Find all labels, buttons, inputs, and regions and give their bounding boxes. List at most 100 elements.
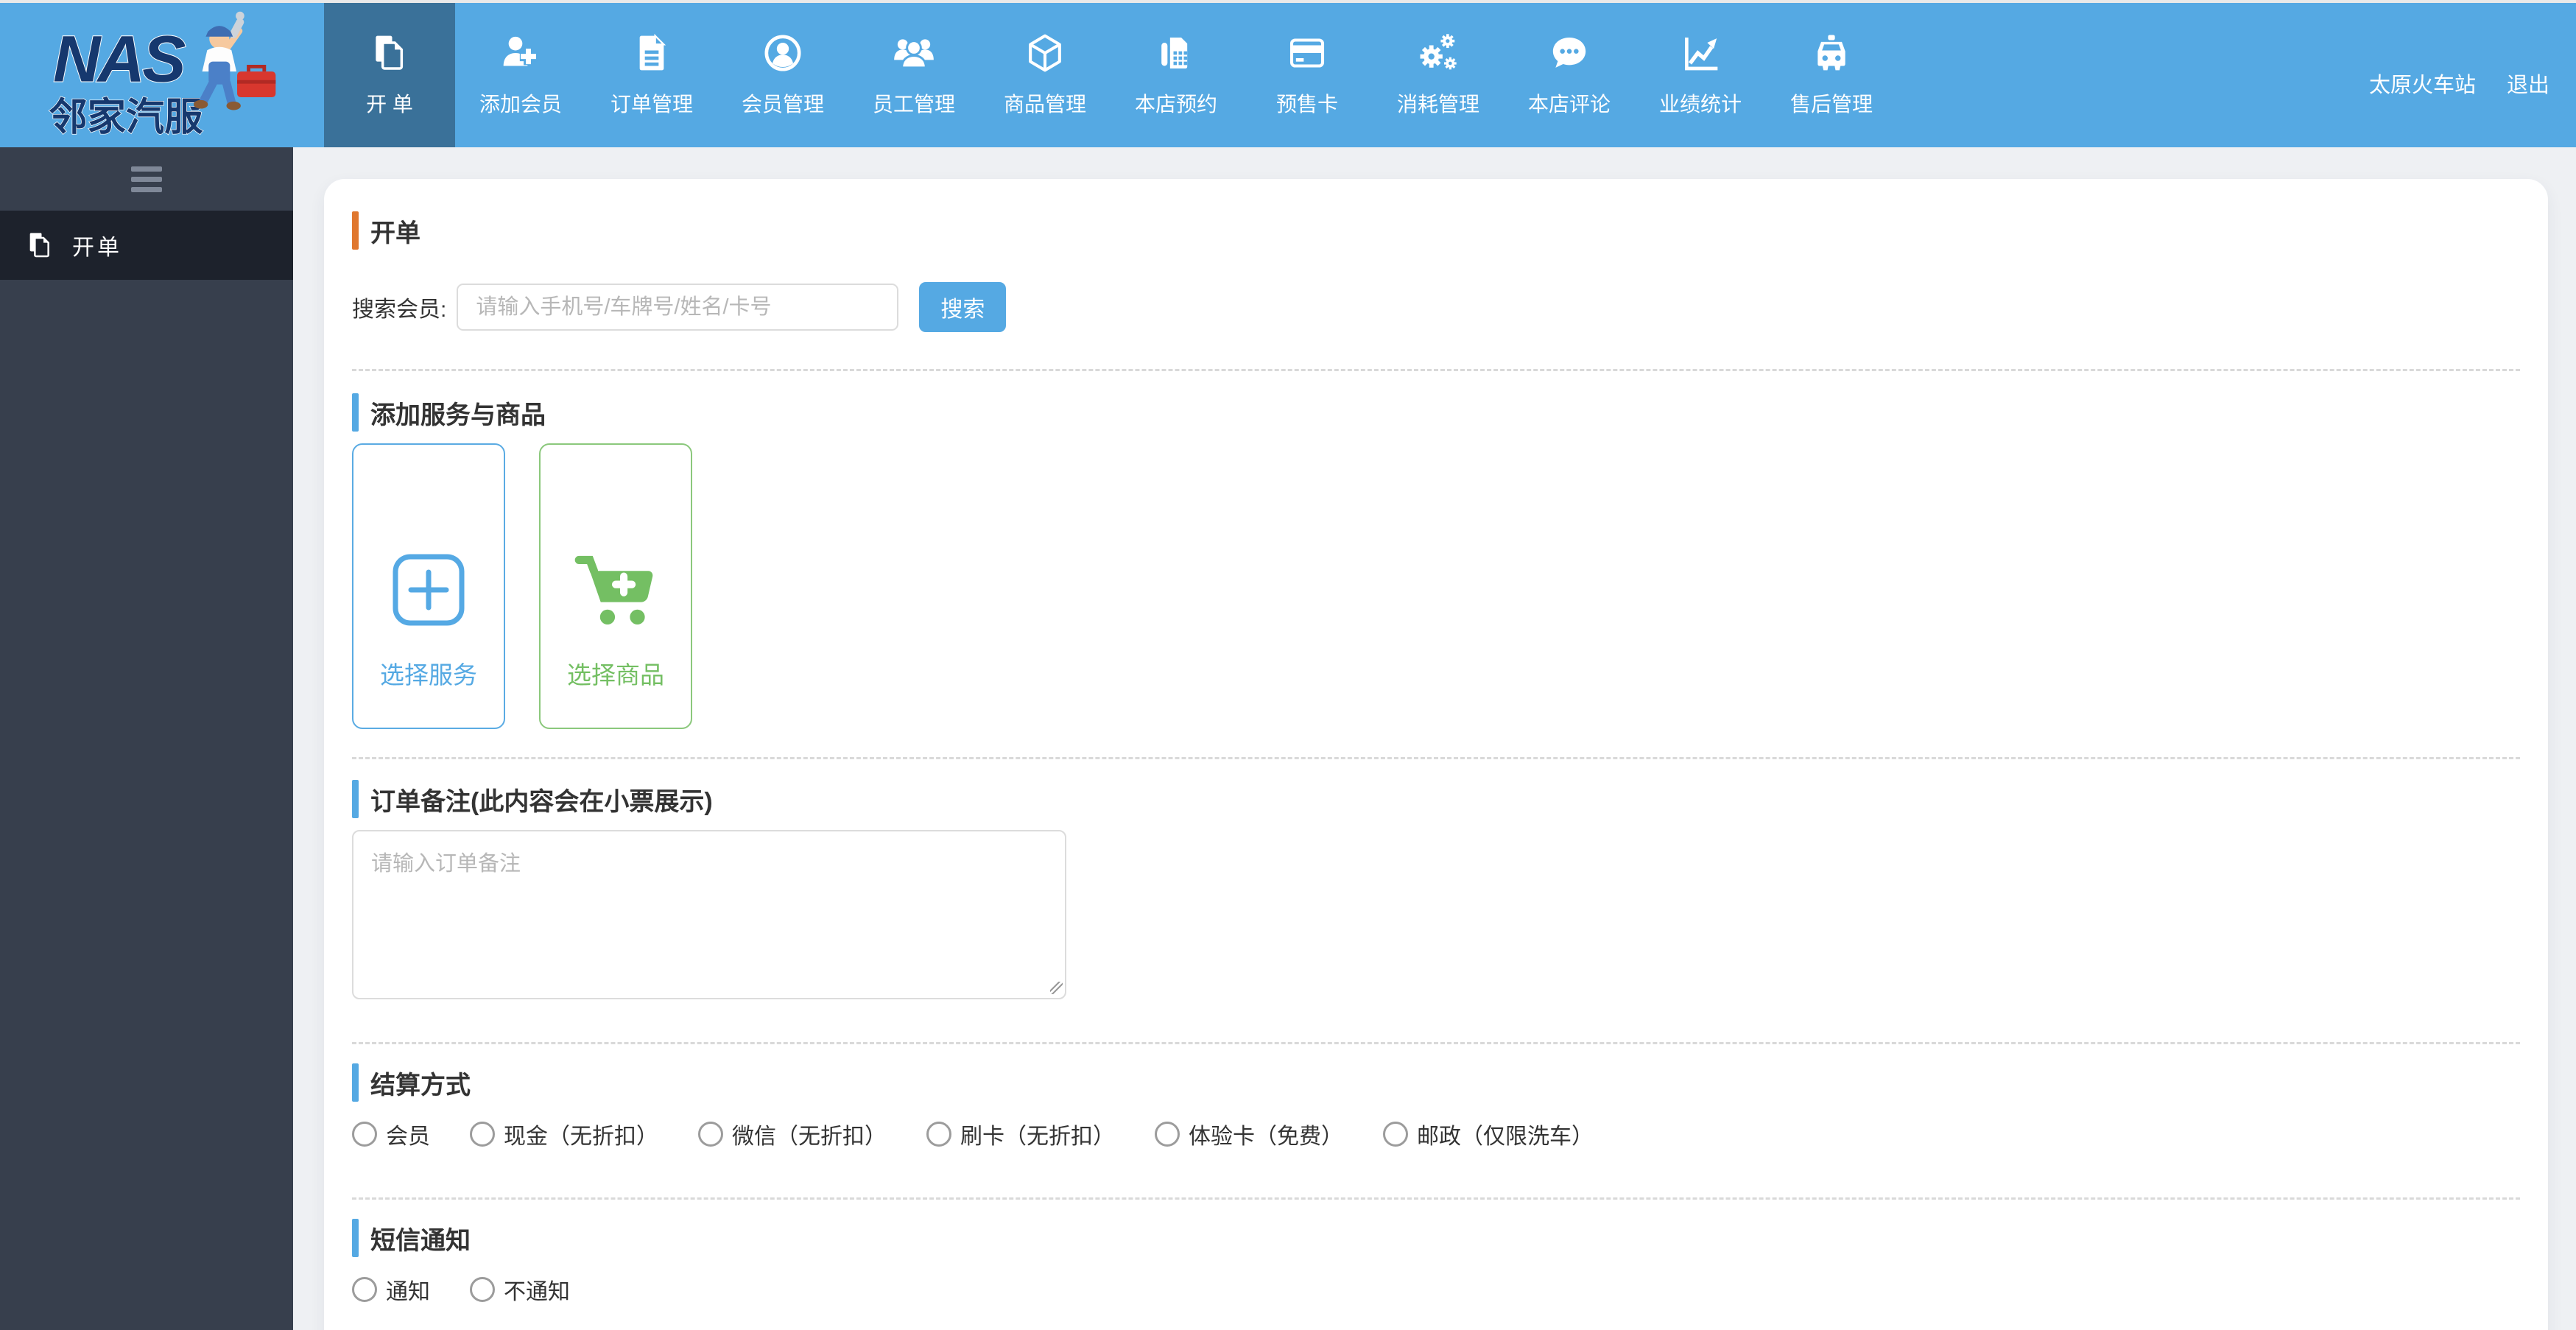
topbar-right: 太原火车站 退出 xyxy=(2369,68,2549,99)
accent-bar xyxy=(352,1063,359,1102)
nav-item-label: 业绩统计 xyxy=(1658,93,1742,116)
logout-button[interactable]: 退出 xyxy=(2507,68,2549,99)
radio-icon xyxy=(352,1122,377,1147)
select-product-label: 选择商品 xyxy=(567,661,664,689)
topbar: NAS 邻家汽服 开 单 添加会员 订单管理 会员管理 员工管理 商品管理 本店… xyxy=(0,3,2576,147)
radio-icon xyxy=(1155,1122,1180,1147)
plus-square-icon xyxy=(392,549,465,630)
section-divider xyxy=(352,1042,2520,1044)
order-document-icon xyxy=(631,32,672,74)
nav-item-product-mgmt[interactable]: 商品管理 xyxy=(979,3,1111,147)
radio-icon xyxy=(470,1122,495,1147)
payment-option-member[interactable]: 会员 xyxy=(352,1118,430,1150)
select-service-card[interactable]: 选择服务 xyxy=(352,443,505,729)
comment-bubble-icon xyxy=(1549,32,1590,74)
accent-bar xyxy=(352,780,359,818)
section-divider xyxy=(352,757,2520,759)
nav-item-presale-card[interactable]: 预售卡 xyxy=(1242,3,1373,147)
booking-phone-icon xyxy=(1155,32,1197,74)
nav-item-label: 消耗管理 xyxy=(1396,93,1479,116)
payment-option-wechat[interactable]: 微信（无折扣） xyxy=(698,1118,887,1150)
nav-item-member-mgmt[interactable]: 会员管理 xyxy=(717,3,848,147)
section-title: 添加服务与商品 xyxy=(370,401,546,429)
aftersale-car-icon xyxy=(1811,32,1852,74)
nav-item-label: 商品管理 xyxy=(1003,93,1086,116)
payment-option-card[interactable]: 刷卡（无折扣） xyxy=(926,1118,1115,1150)
logo-subtitle-text: 邻家汽服 xyxy=(49,96,203,139)
accent-bar xyxy=(352,211,359,250)
nav-item-label: 会员管理 xyxy=(741,93,824,116)
sidebar-item-open-bill[interactable]: 开单 xyxy=(0,211,293,280)
nav-item-store-comments[interactable]: 本店评论 xyxy=(1504,3,1635,147)
user-add-icon xyxy=(500,32,541,74)
nav-item-aftersale-mgmt[interactable]: 售后管理 xyxy=(1766,3,1897,147)
cart-plus-icon xyxy=(572,549,659,630)
section-divider xyxy=(352,1197,2520,1200)
nav-item-label: 本店预约 xyxy=(1134,93,1217,116)
sms-options-row: 通知 不通知 xyxy=(352,1273,2520,1306)
billing-card: 开单 搜索会员: 搜索 添加服务与商品 xyxy=(324,179,2548,1330)
member-search-row: 搜索会员: 搜索 xyxy=(352,282,2520,332)
page-title: 开单 xyxy=(370,219,420,247)
product-cube-icon xyxy=(1024,32,1066,74)
sidebar: 开单 xyxy=(0,147,293,1330)
order-note-wrap xyxy=(352,830,1066,999)
main-content: 开单 搜索会员: 搜索 添加服务与商品 xyxy=(293,147,2576,1330)
section-title: 短信通知 xyxy=(370,1226,471,1255)
order-note-textarea[interactable] xyxy=(352,830,1066,999)
nav-item-order-mgmt[interactable]: 订单管理 xyxy=(586,3,717,147)
section-title: 订单备注(此内容会在小票展示) xyxy=(370,787,713,816)
sidebar-item-label: 开单 xyxy=(72,236,122,260)
nav-item-label: 本店评论 xyxy=(1527,93,1611,116)
pick-row: 选择服务 选择商品 xyxy=(352,443,2520,729)
radio-icon xyxy=(470,1277,495,1302)
staff-group-icon xyxy=(893,32,935,74)
logo-brand-text: NAS xyxy=(53,22,186,96)
copy-document-icon xyxy=(369,32,410,74)
consume-gears-icon xyxy=(1418,32,1459,74)
store-name-label: 太原火车站 xyxy=(2368,74,2476,97)
section-header-order-note: 订单备注(此内容会在小票展示) xyxy=(352,780,2520,818)
radio-icon xyxy=(1383,1122,1408,1147)
copy-document-icon xyxy=(29,233,49,258)
accent-bar xyxy=(352,1219,359,1257)
presale-card-icon xyxy=(1287,32,1328,74)
nav-item-add-member[interactable]: 添加会员 xyxy=(455,3,586,147)
select-service-label: 选择服务 xyxy=(380,661,477,689)
brand-logo: NAS 邻家汽服 xyxy=(0,3,324,147)
nav-item-consume-mgmt[interactable]: 消耗管理 xyxy=(1373,3,1504,147)
select-product-card[interactable]: 选择商品 xyxy=(539,443,692,729)
accent-bar xyxy=(352,393,359,432)
stats-chart-icon xyxy=(1680,32,1721,74)
radio-icon xyxy=(698,1122,723,1147)
payment-option-postal[interactable]: 邮政（仅限洗车） xyxy=(1383,1118,1594,1150)
section-header-billing: 开单 xyxy=(352,211,2520,250)
section-header-sms: 短信通知 xyxy=(352,1219,2520,1257)
nav-item-label: 添加会员 xyxy=(479,93,562,116)
nav-item-open-bill[interactable]: 开 单 xyxy=(324,3,455,147)
radio-icon xyxy=(926,1122,951,1147)
search-button[interactable]: 搜索 xyxy=(919,282,1007,332)
member-search-input[interactable] xyxy=(457,284,899,331)
nav-item-label: 开 单 xyxy=(366,93,413,116)
payment-option-cash[interactable]: 现金（无折扣） xyxy=(470,1118,658,1150)
sidebar-collapse-toggle[interactable] xyxy=(0,147,293,211)
hamburger-icon xyxy=(131,166,162,192)
nav-item-label: 预售卡 xyxy=(1275,93,1338,116)
section-header-payment: 结算方式 xyxy=(352,1063,2520,1102)
nav-item-staff-mgmt[interactable]: 员工管理 xyxy=(848,3,979,147)
main-nav: 开 单 添加会员 订单管理 会员管理 员工管理 商品管理 本店预约 预售卡 消耗… xyxy=(324,3,1897,147)
nav-item-label: 售后管理 xyxy=(1790,93,1873,116)
payment-options-row: 会员 现金（无折扣） 微信（无折扣） 刷卡（无折扣） 体验卡（免费） 邮政（仅限… xyxy=(352,1118,2520,1150)
nav-item-performance-stats[interactable]: 业绩统计 xyxy=(1635,3,1766,147)
nav-item-store-booking[interactable]: 本店预约 xyxy=(1111,3,1242,147)
payment-option-trial-card[interactable]: 体验卡（免费） xyxy=(1155,1118,1343,1150)
sms-option-no-notify[interactable]: 不通知 xyxy=(470,1273,570,1306)
section-divider xyxy=(352,369,2520,371)
member-circle-icon xyxy=(762,32,803,74)
section-header-add-items: 添加服务与商品 xyxy=(352,393,2520,432)
sms-option-notify[interactable]: 通知 xyxy=(352,1273,430,1306)
logo-illustration: NAS 邻家汽服 xyxy=(49,11,276,139)
nav-item-label: 订单管理 xyxy=(610,93,693,116)
section-title: 结算方式 xyxy=(370,1071,471,1099)
